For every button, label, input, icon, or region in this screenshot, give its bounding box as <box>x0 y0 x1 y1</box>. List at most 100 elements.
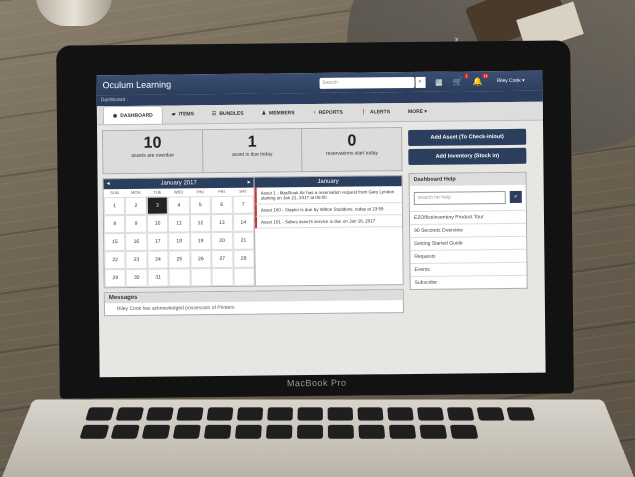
tab-alerts[interactable]: ❗ ALERTS <box>352 103 399 121</box>
bell-icon[interactable]: 🔔 14 <box>473 72 489 86</box>
key <box>327 424 355 439</box>
key <box>358 424 386 439</box>
calendar-day[interactable]: 8 <box>103 214 126 234</box>
tab-bundles[interactable]: ☷ BUNDLES <box>203 105 253 124</box>
search-input[interactable]: Search <box>319 76 415 89</box>
calendar-day[interactable]: 10 <box>146 214 169 233</box>
stat-reservations[interactable]: 0 reservations start today <box>302 128 402 172</box>
calendar-day[interactable]: 7 <box>232 195 254 214</box>
key <box>115 407 145 421</box>
tab-label: REPORTS <box>318 109 343 116</box>
user-menu[interactable]: Riley Cook ▾ <box>497 78 525 84</box>
help-link[interactable]: Requests <box>410 248 527 264</box>
prev-month-icon[interactable]: ◂ <box>107 179 110 189</box>
tab-label: BUNDLES <box>219 110 244 117</box>
stat-due-today[interactable]: 1 asset is due today <box>202 129 303 173</box>
calendar-day[interactable]: 27 <box>211 249 234 269</box>
help-link[interactable]: Subscribe <box>410 274 527 290</box>
tab-reports[interactable]: ◔ REPORTS <box>304 104 352 123</box>
grid-icon[interactable]: ▦ <box>435 77 443 86</box>
calendar-day[interactable]: 4 <box>168 196 190 215</box>
calendar-day[interactable]: 9 <box>125 214 147 233</box>
members-icon: ♟ <box>261 110 267 117</box>
photo-background: la truande MacBook Pro Oculum Learning S… <box>0 0 635 477</box>
calendar-day[interactable] <box>211 267 234 287</box>
key <box>327 407 354 421</box>
dow-label: SAT <box>239 188 247 194</box>
calendar-day[interactable]: 16 <box>125 232 148 251</box>
key <box>297 407 323 421</box>
help-link[interactable]: EZOfficeInventory Product Tour <box>409 209 527 225</box>
cart-icon[interactable]: 🛒 1 <box>453 72 469 86</box>
key <box>206 407 234 421</box>
key <box>176 407 204 421</box>
message-item[interactable]: Riley Cook has acknowledged possession o… <box>105 300 403 315</box>
calendar-day[interactable]: 28 <box>232 249 255 268</box>
messages-panel: Messages Riley Cook has acknowledged pos… <box>103 289 404 317</box>
key <box>203 424 232 439</box>
tab-dashboard[interactable]: ◉ DASHBOARD <box>102 105 163 125</box>
calendar-day[interactable]: 26 <box>190 250 212 269</box>
calendar-day[interactable]: 21 <box>232 231 255 250</box>
calendar-day[interactable] <box>190 268 212 287</box>
key <box>234 424 262 439</box>
calendar-day[interactable]: 6 <box>210 195 233 215</box>
tab-more[interactable]: MORE ▾ <box>399 103 436 121</box>
calendar-day[interactable]: 13 <box>211 213 233 233</box>
calendar-day[interactable]: 24 <box>147 250 169 269</box>
calendar-day[interactable]: 5 <box>189 196 212 215</box>
calendar-day[interactable]: 23 <box>125 250 148 269</box>
dow-label: THU <box>195 189 205 195</box>
calendar-day[interactable]: 15 <box>104 232 126 252</box>
calendar-day[interactable] <box>168 268 191 287</box>
add-asset-button[interactable]: Add Asset (To Check-in/out) <box>408 128 527 147</box>
app-title: Oculum Learning <box>102 79 172 91</box>
search-icon[interactable]: ⌕ <box>509 190 522 203</box>
calendar-day[interactable]: 17 <box>146 232 169 251</box>
event-item[interactable]: Asset 161 - Sabes asset's service is due… <box>254 215 403 229</box>
tab-items[interactable]: ▰ ITEMS <box>163 105 203 123</box>
calendar-day[interactable]: 19 <box>189 232 212 251</box>
help-search-input[interactable]: search for help <box>413 191 506 205</box>
tab-members[interactable]: ♟ MEMBERS <box>252 104 303 123</box>
dow-label: WED <box>173 189 184 195</box>
event-item[interactable]: Asset 1 - MacBook Air has a reservation … <box>254 186 402 205</box>
main-column: 10 assets are overdue 1 asset is due today… <box>102 127 404 317</box>
help-link[interactable]: Getting Started Guide <box>410 235 527 251</box>
calendar-day[interactable]: 30 <box>125 268 148 287</box>
calendar-day-today[interactable]: 3 <box>146 196 169 215</box>
add-inventory-button[interactable]: Add Inventory (Stock in) <box>408 147 527 166</box>
bundles-icon: ☷ <box>211 111 217 118</box>
reports-icon: ◔ <box>312 109 316 117</box>
tab-label: MORE ▾ <box>408 108 427 116</box>
tab-label: MEMBERS <box>269 110 295 117</box>
key <box>141 424 171 439</box>
calendar-day[interactable]: 12 <box>189 214 212 233</box>
calendar-day[interactable]: 14 <box>232 213 255 232</box>
help-link[interactable]: 90 Seconds Overview <box>410 222 527 238</box>
calendar-day[interactable]: 18 <box>168 232 191 251</box>
key <box>85 407 115 421</box>
key <box>388 424 417 439</box>
dow-label: MON <box>131 189 141 195</box>
calendar-week: 8 9 10 11 12 13 14 <box>103 213 255 234</box>
calendar-day[interactable]: 25 <box>168 250 191 269</box>
calendar-day[interactable]: 22 <box>104 250 126 270</box>
calendar-day[interactable]: 29 <box>104 268 127 288</box>
laptop-screen: Oculum Learning Search ⌕ ▦ 🛒 1 🔔 14 Riley … <box>96 70 546 378</box>
search-icon[interactable]: ⌕ <box>415 76 426 88</box>
calendar-day[interactable]: 11 <box>168 214 190 233</box>
help-link[interactable]: Events <box>410 261 527 277</box>
calendar-row: ◂ January 2017 ▸ SUN MON TUE WED THU FRI SAT 1… <box>102 175 404 289</box>
help-panel: Dashboard Help search for help ⌕ EZOffic… <box>408 171 528 291</box>
dow-label: FRI <box>218 188 225 195</box>
calendar-day[interactable]: 1 <box>103 196 126 216</box>
calendar-day[interactable] <box>233 267 255 286</box>
key <box>476 407 505 421</box>
calendar-day[interactable]: 31 <box>147 268 169 287</box>
calendar-day[interactable]: 2 <box>125 196 147 215</box>
calendar-day[interactable]: 20 <box>211 231 233 251</box>
calendar-week: 22 23 24 25 26 27 28 <box>104 249 255 270</box>
next-month-icon[interactable]: ▸ <box>248 178 251 188</box>
stat-overdue[interactable]: 10 assets are overdue <box>103 130 204 174</box>
